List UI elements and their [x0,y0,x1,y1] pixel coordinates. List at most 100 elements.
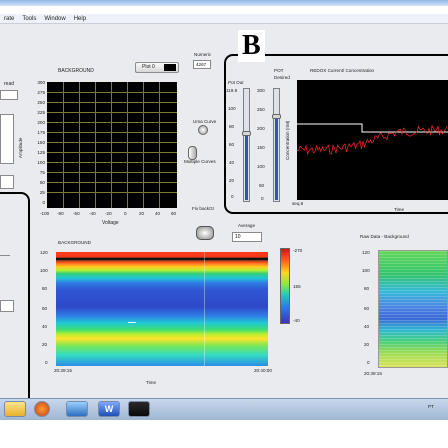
menu-item-help[interactable]: Help [74,16,86,22]
ytick: 0 [42,200,45,205]
numeric-label: Numeric [194,52,212,57]
heat-ytick: 60 [42,306,48,311]
pot-tick: 20 [229,178,235,183]
left-field-2[interactable] [0,114,14,164]
raw-ytick: 60 [364,306,370,311]
raw-ytick: 120 [362,250,370,255]
menu-item-rate[interactable]: rate [4,16,14,22]
plot-legend-button[interactable]: Plot 0 [135,62,179,73]
raw-ytick: 80 [364,286,370,291]
concentration-trace [296,124,448,155]
folder-icon[interactable] [4,401,26,417]
background-graph-plot[interactable] [47,82,177,208]
app-icon[interactable] [128,401,150,417]
heatmap-plot[interactable] [56,252,268,366]
heatmap-title: BACKGROUND [58,240,91,245]
heat-ytick: 100 [40,268,48,273]
desired-thumb[interactable] [272,114,281,119]
taskbar-clock: PT [428,404,434,409]
multiple-curves-toggle[interactable] [188,146,197,160]
heatmap-yticks: 120 100 80 60 40 20 0 [40,250,54,370]
pot-out-slider[interactable] [242,88,251,202]
ytick: 250 [37,100,45,105]
desired-tick: 0 [261,196,264,201]
pot-tick: 119.9 [226,88,238,93]
redox-plot-svg [296,123,448,155]
xtick: -40 [89,211,96,216]
pot-tick: 100 [228,106,236,111]
uma-curve-label: Uma Curve [193,119,217,124]
uma-curve-toggle[interactable] [198,125,208,135]
desired-tick: 150 [257,145,265,150]
ytick: 100 [37,160,45,165]
redox-x-start: seq.8 [292,201,304,206]
media-player-icon[interactable] [66,401,88,417]
desired-ticks: 300 250 200 150 100 50 0 [256,88,272,201]
heatmap-divider [204,252,205,366]
redox-plot[interactable] [296,80,448,200]
pot-out-label: Pot Out [228,80,244,85]
desired-tick: 250 [257,107,265,112]
word-icon[interactable]: W [98,401,120,417]
heat-ytick: 80 [42,286,48,291]
desired-tick: 300 [257,88,265,93]
menu-bar: rate Tools Window Help [0,14,448,24]
scale-tick-top: -270 [293,248,303,253]
xtick: 0 [124,211,127,216]
pot-out-fill [245,132,248,200]
desired-fill [275,116,278,200]
background-graph-xlabel: Voltage [102,220,119,226]
pot-out-thumb[interactable] [242,130,251,136]
multiple-curves-label: Multiple Curves [184,159,216,164]
raw-data-plot[interactable] [378,250,448,368]
raw-data-stripes [379,251,447,367]
desired-tick: 200 [257,126,265,131]
redox-title: REDOX Current/ Concentration [310,68,375,73]
ytick: 200 [37,120,45,125]
redox-xlabel: Time [394,207,405,212]
background-graph-ylabel: Amplitude [18,137,23,158]
desired-tick: 50 [259,183,265,188]
scale-tick-mid: 155 [293,284,301,289]
left-field-1[interactable] [0,90,18,100]
average-field[interactable]: 10 [232,232,262,242]
heat-ytick: 0 [45,360,48,365]
menu-item-window[interactable]: Window [44,16,65,22]
redox-ylabel: Concentration (nM) [285,120,290,160]
ytick: 50 [39,180,45,185]
background-graph-yticks: 300 275 250 225 200 175 150 125 100 75 5… [26,80,46,210]
desired-label: Desired [274,75,290,80]
heat-ytick: 20 [42,342,48,347]
firefox-icon[interactable] [34,401,50,417]
raw-ytick: 20 [364,342,370,347]
heatmap-xlabel: Time [146,380,157,385]
menu-item-tools[interactable]: Tools [22,16,36,22]
numeric-field[interactable]: 4267 [193,60,211,69]
ytick: 125 [37,150,45,155]
read-label: read [4,81,15,87]
desired-slider[interactable] [272,88,281,202]
ytick: 150 [37,140,45,145]
raw-ytick: 0 [367,360,370,365]
pot-tick: 40 [229,160,235,165]
xtick: 40 [155,211,161,216]
ytick: 75 [39,170,45,175]
fix-background-toggle[interactable] [196,226,214,240]
raw-data-x-start: 20:39:15 [364,371,382,376]
scale-tick-bottom: -40 [293,318,300,323]
plot-legend-label: Plot 0 [142,64,155,70]
xtick: -80 [57,211,64,216]
left-field-3[interactable] [0,175,14,189]
heatmap-colorscale[interactable] [280,248,290,324]
pot-tick: 60 [229,142,235,147]
ytick: 275 [37,90,45,95]
xtick: 60 [171,211,177,216]
xtick: -20 [105,211,112,216]
panel-label-b: B [238,30,265,62]
background-graph-xticks: -100 -80 -60 -40 -20 0 20 40 60 [40,211,190,219]
pot-out-ticks: 119.9 100 80 60 40 20 0 [226,88,242,200]
raw-data-yticks: 120 100 80 60 40 20 0 [362,250,376,370]
xtick: 20 [139,211,145,216]
average-label: Average [238,223,256,228]
heatmap-top-trace [56,258,268,260]
